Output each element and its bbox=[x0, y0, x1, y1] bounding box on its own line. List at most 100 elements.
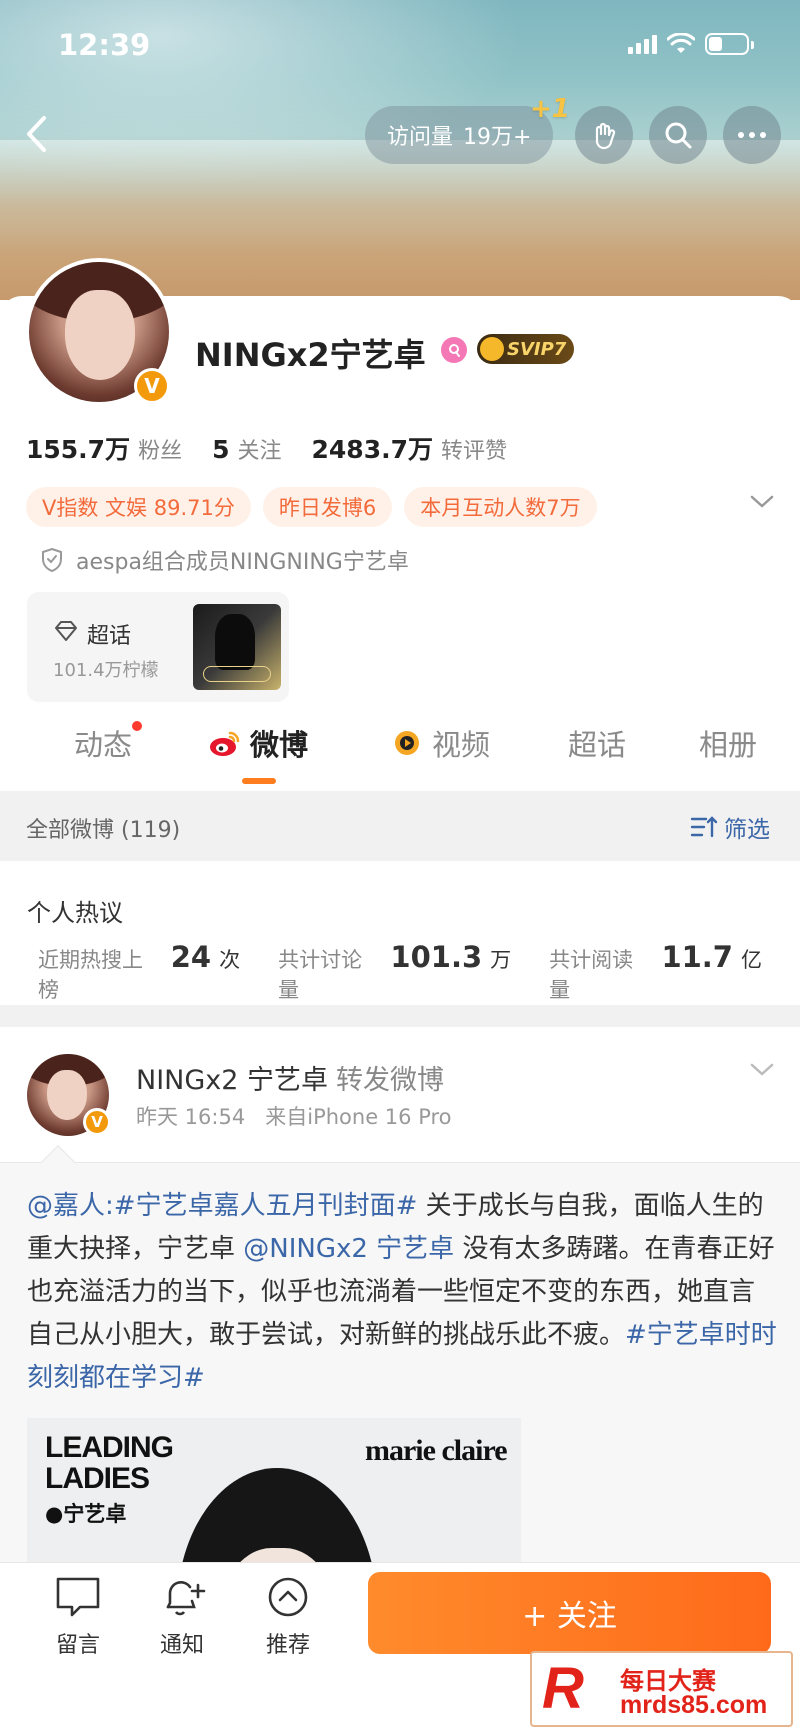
post-time: 昨天 16:54 bbox=[136, 1105, 246, 1129]
mention-link[interactable]: @NINGx2 宁艺卓 bbox=[243, 1234, 454, 1264]
fans-label[interactable]: 粉丝 bbox=[138, 433, 182, 465]
post-author-name[interactable]: NINGx2 宁艺卓 bbox=[136, 1058, 328, 1097]
status-icons bbox=[628, 33, 754, 55]
cover-headline: LEADING LADIES bbox=[45, 1431, 174, 1495]
discussion-value: 101.3 bbox=[390, 940, 483, 974]
fan-club-icon[interactable] bbox=[441, 337, 467, 363]
verified-badge: V bbox=[134, 368, 170, 404]
cover-person-name: ●宁艺卓 bbox=[45, 1502, 127, 1526]
recommend-label: 推荐 bbox=[265, 1633, 310, 1658]
expand-tags-button[interactable] bbox=[749, 494, 775, 514]
post-verified-badge: V bbox=[83, 1108, 111, 1136]
topic-link[interactable]: #宁艺卓嘉人五月刊封面# bbox=[114, 1191, 418, 1221]
super-topic-subtitle: 101.4万柠檬 bbox=[53, 660, 159, 681]
mention-link[interactable]: @嘉人 bbox=[27, 1191, 105, 1221]
magazine-logo: marie claire bbox=[365, 1434, 508, 1467]
search-icon bbox=[665, 122, 692, 149]
discussion-unit: 万 bbox=[490, 948, 512, 972]
reposted-text: @嘉人:#宁艺卓嘉人五月刊封面# 关于成长与自我，面临人生的重大抉择，宁艺卓 @… bbox=[27, 1191, 777, 1393]
tab-video-label: 视频 bbox=[432, 728, 491, 762]
v-index-tag[interactable]: V指数 文娱 89.71分 bbox=[26, 487, 251, 527]
svip-label: SVIP7 bbox=[507, 338, 567, 360]
wave-hand-icon bbox=[595, 122, 616, 150]
message-icon bbox=[56, 1577, 100, 1617]
hot-search-value: 24 bbox=[170, 940, 212, 974]
wifi-icon bbox=[667, 33, 695, 53]
filter-button[interactable]: 筛选 bbox=[690, 810, 770, 844]
filter-label: 筛选 bbox=[724, 817, 770, 843]
hot-discussion-title: 个人热议 bbox=[27, 899, 123, 927]
follow-button[interactable]: + 关注 bbox=[368, 1572, 771, 1654]
reads-value: 11.7 bbox=[661, 940, 733, 974]
following-count[interactable]: 5 bbox=[212, 435, 229, 464]
svip-badge[interactable]: SVIP7 bbox=[477, 334, 575, 364]
crown-icon bbox=[480, 337, 504, 361]
chevron-down-icon bbox=[750, 495, 774, 508]
watermark-logo: R bbox=[542, 1656, 584, 1721]
visit-delta-badge: +1 bbox=[530, 94, 570, 124]
tab-super-topic[interactable]: 超话 bbox=[568, 722, 626, 764]
status-time: 12:39 bbox=[58, 28, 151, 62]
post-source: 来自iPhone 16 Pro bbox=[265, 1105, 452, 1129]
tab-video[interactable]: 视频 bbox=[390, 722, 490, 764]
verification-text: aespa组合成员NINGNING宁艺卓 bbox=[76, 550, 409, 575]
bell-plus-icon bbox=[166, 1581, 206, 1616]
hot-search-label: 近期热搜上榜 bbox=[38, 948, 143, 1002]
video-icon bbox=[395, 731, 419, 755]
section-divider bbox=[0, 1005, 800, 1027]
super-topic-card[interactable]: 超话 101.4万柠檬 bbox=[27, 592, 289, 702]
comment-label: 留言 bbox=[55, 1633, 100, 1658]
discussion-label: 共计讨论量 bbox=[278, 948, 363, 1002]
signal-icon bbox=[628, 34, 657, 54]
filter-bar: 全部微博 (119) 筛选 bbox=[0, 791, 800, 861]
reads-unit: 亿 bbox=[741, 948, 762, 972]
hot-discussion-stats[interactable]: 近期热搜上榜 24 次 共计讨论量 101.3 万 共计阅读量 11.7 亿 bbox=[38, 940, 800, 1004]
visit-count: 19万+ bbox=[463, 125, 532, 150]
chevron-up-circle-icon bbox=[268, 1577, 308, 1617]
visit-label: 访问量 bbox=[387, 125, 454, 150]
tab-weibo-label: 微博 bbox=[250, 728, 309, 762]
diamond-icon bbox=[55, 621, 77, 641]
verification-info: aespa组合成员NINGNING宁艺卓 bbox=[40, 544, 409, 576]
visit-count-pill[interactable]: 访问量 19万+ bbox=[365, 106, 554, 164]
active-tab-indicator bbox=[242, 778, 276, 784]
more-dots-icon bbox=[738, 132, 766, 138]
tab-feed[interactable]: 动态 bbox=[74, 722, 132, 764]
profile-tabs: 动态 微博 视频 超话 相册 bbox=[0, 722, 800, 782]
feed-new-dot bbox=[132, 721, 142, 731]
profile-name: NINGx2宁艺卓 bbox=[195, 336, 426, 374]
following-label[interactable]: 关注 bbox=[238, 433, 282, 465]
all-posts-count[interactable]: 全部微博 (119) bbox=[26, 812, 180, 844]
post-action-label: 转发微博 bbox=[336, 1065, 444, 1096]
comment-button[interactable]: 留言 bbox=[38, 1575, 118, 1659]
site-watermark: R 每日大赛 mrds85.com bbox=[530, 1651, 793, 1727]
fans-count[interactable]: 155.7万 bbox=[26, 430, 130, 466]
hot-search-unit: 次 bbox=[219, 948, 241, 972]
notify-label: 通知 bbox=[159, 1633, 204, 1658]
monthly-interaction-tag[interactable]: 本月互动人数7万 bbox=[404, 487, 597, 527]
greet-button[interactable] bbox=[575, 106, 633, 164]
tab-feed-label: 动态 bbox=[74, 728, 133, 762]
more-button[interactable] bbox=[723, 106, 781, 164]
tab-super-topic-label: 超话 bbox=[568, 728, 627, 762]
search-button[interactable] bbox=[649, 106, 707, 164]
weibo-logo-icon bbox=[210, 731, 240, 756]
shield-icon bbox=[42, 547, 62, 573]
chevron-down-icon bbox=[750, 1063, 774, 1076]
profile-tags: V指数 文娱 89.71分 昨日发博6 本月互动人数7万 bbox=[26, 487, 597, 527]
super-topic-thumbnail bbox=[193, 604, 281, 690]
post-menu-button[interactable] bbox=[749, 1062, 775, 1082]
tab-album-label: 相册 bbox=[699, 728, 758, 762]
profile-stats: 155.7万 粉丝 5 关注 2483.7万 转评赞 bbox=[26, 430, 537, 466]
tab-album[interactable]: 相册 bbox=[699, 722, 757, 764]
recommend-button[interactable]: 推荐 bbox=[248, 1575, 328, 1659]
notify-button[interactable]: 通知 bbox=[142, 1575, 222, 1659]
post-meta: 昨天 16:54 来自iPhone 16 Pro bbox=[136, 1101, 452, 1131]
battery-icon bbox=[705, 33, 754, 55]
interactions-count: 2483.7万 bbox=[311, 435, 433, 464]
back-button[interactable] bbox=[18, 112, 54, 156]
posts-yesterday-tag[interactable]: 昨日发博6 bbox=[262, 487, 393, 527]
watermark-url: mrds85.com bbox=[620, 1691, 768, 1719]
reads-label: 共计阅读量 bbox=[549, 948, 634, 1002]
tab-weibo[interactable]: 微博 bbox=[208, 722, 308, 764]
